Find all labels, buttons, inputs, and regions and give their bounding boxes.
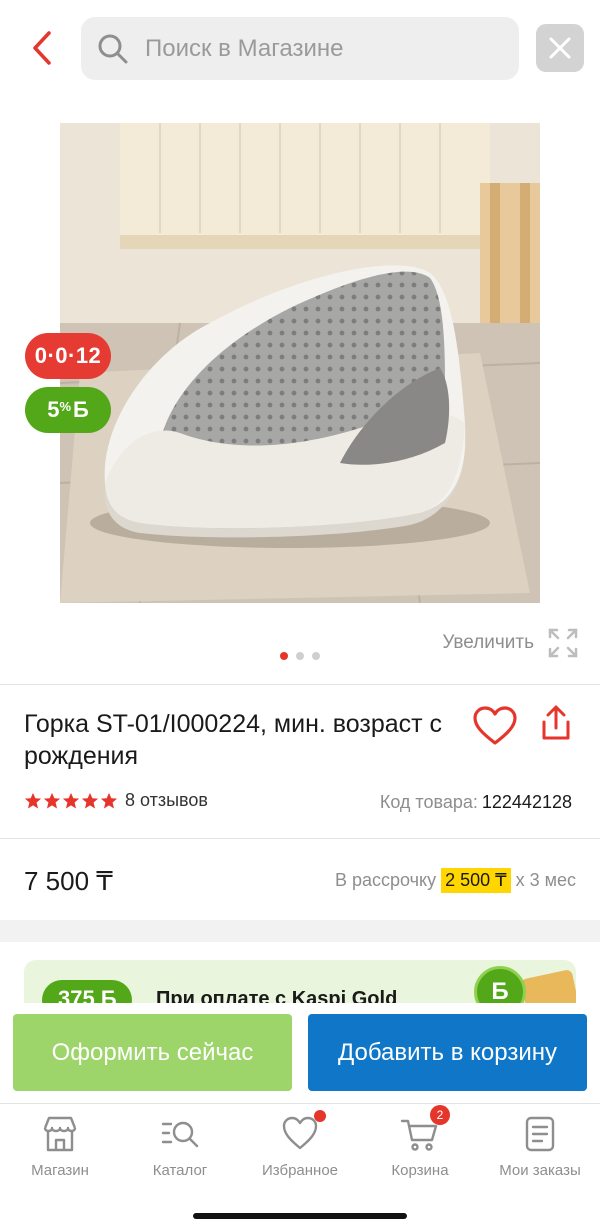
tab-label: Магазин <box>31 1162 89 1179</box>
product-title: Горка ST-01/I000224, мин. возраст с рожд… <box>24 710 443 770</box>
bonus-badge: 5% Б <box>25 387 111 433</box>
kaspi-gold-promo[interactable]: 375 Б При оплате с Kaspi Gold Б <box>24 960 576 1006</box>
header <box>0 0 600 96</box>
installment-prefix: В рассрочку <box>334 870 437 890</box>
product-image[interactable] <box>60 123 540 603</box>
cart-count-badge: 2 <box>430 1105 450 1125</box>
rating-row[interactable]: 8 отзывов <box>24 790 208 811</box>
store-icon <box>43 1116 77 1152</box>
tab-label: Каталог <box>152 1162 208 1179</box>
product-code-label: Код товара: <box>379 792 478 812</box>
close-button[interactable] <box>536 24 584 72</box>
star-icon <box>43 792 61 809</box>
installment-amount: 2 500 ₸ <box>441 868 511 893</box>
share-button[interactable] <box>536 704 576 744</box>
heart-icon <box>282 1116 318 1150</box>
tab-store[interactable]: Магазин <box>0 1114 120 1194</box>
expand-icon <box>548 628 578 658</box>
installment-suffix: х 3 мес <box>515 870 576 890</box>
back-button[interactable] <box>22 28 62 68</box>
home-indicator <box>193 1213 407 1219</box>
share-icon <box>542 705 570 740</box>
pagination-dot[interactable] <box>312 652 320 660</box>
search-icon <box>98 34 128 63</box>
section-separator <box>0 920 600 942</box>
card-illustration <box>520 969 576 1006</box>
product-photo <box>60 123 540 603</box>
bottom-tab-bar: Магазин Каталог Избранное 2 Корзина Мои … <box>0 1103 600 1231</box>
tab-cart[interactable]: 2 Корзина <box>360 1105 480 1194</box>
chevron-left-icon <box>33 31 51 65</box>
product-code-value: 122442128 <box>481 792 572 812</box>
product-code: Код товара: 122442128 <box>380 792 572 813</box>
tab-label: Избранное <box>261 1162 339 1179</box>
tab-favorites[interactable]: Избранное <box>240 1110 360 1194</box>
divider <box>0 838 600 839</box>
checkout-now-button[interactable]: Оформить сейчас <box>13 1014 292 1091</box>
search-bar[interactable] <box>81 17 519 80</box>
star-icon <box>24 792 42 809</box>
search-input[interactable] <box>145 34 485 63</box>
tab-label: Корзина <box>391 1162 449 1179</box>
pagination-dot[interactable] <box>280 652 288 660</box>
gallery-pagination <box>280 652 320 660</box>
product-price: 7 500 ₸ <box>24 866 113 896</box>
tab-label: Мои заказы <box>499 1162 581 1179</box>
tab-orders[interactable]: Мои заказы <box>480 1114 600 1194</box>
bonus-value: 5 <box>47 397 60 422</box>
favorites-notification-dot <box>314 1110 326 1122</box>
divider <box>0 684 600 685</box>
favorite-button[interactable] <box>472 706 518 746</box>
star-icon <box>81 792 99 809</box>
bonus-symbol: Б <box>73 397 89 422</box>
zoom-label: Увеличить <box>442 632 534 653</box>
heart-icon <box>473 706 517 745</box>
star-icon <box>62 792 80 809</box>
add-to-cart-button[interactable]: Добавить в корзину <box>308 1014 587 1091</box>
close-icon <box>549 37 571 59</box>
bonus-coin-icon: Б <box>474 966 526 1006</box>
tab-catalog[interactable]: Каталог <box>120 1114 240 1194</box>
action-bar: Оформить сейчас Добавить в корзину <box>0 1003 600 1103</box>
pagination-dot[interactable] <box>296 652 304 660</box>
zoom-button[interactable]: Увеличить <box>442 628 578 658</box>
orders-icon <box>525 1116 555 1152</box>
rating-stars <box>24 792 118 810</box>
installment-info: В рассрочку 2 500 ₸ х 3 мес <box>335 868 576 893</box>
catalog-search-icon <box>161 1121 199 1148</box>
reviews-link[interactable]: 8 отзывов <box>125 790 208 811</box>
bonus-percent: % <box>59 398 71 414</box>
installment-badge: 0·0·12 <box>25 333 111 379</box>
star-icon <box>100 792 118 809</box>
